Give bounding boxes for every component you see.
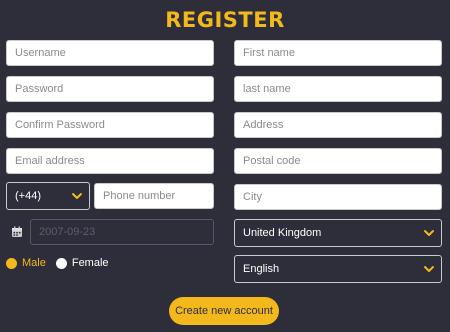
first-name-placeholder: First name xyxy=(243,47,295,59)
phone-code-select[interactable]: (+44) xyxy=(6,182,90,210)
phone-input[interactable]: Phone number xyxy=(94,183,214,209)
postal-code-placeholder: Postal code xyxy=(243,155,301,167)
country-value: United Kingdom xyxy=(243,227,322,239)
postal-code-input[interactable]: Postal code xyxy=(234,148,442,174)
chevron-down-icon xyxy=(424,230,434,236)
first-name-input[interactable]: First name xyxy=(234,40,442,66)
birthdate-placeholder: 2007-09-23 xyxy=(39,226,96,238)
language-value: English xyxy=(243,263,280,275)
gender-female-radio[interactable]: Female xyxy=(55,257,109,269)
address-input[interactable]: Address xyxy=(234,112,442,138)
confirm-password-placeholder: Confirm Password xyxy=(15,119,105,131)
radio-checked-icon xyxy=(6,257,17,269)
calendar-icon xyxy=(12,226,22,237)
last-name-input[interactable]: last name xyxy=(234,76,442,102)
country-select[interactable]: United Kingdom xyxy=(234,219,442,247)
phone-placeholder: Phone number xyxy=(103,190,176,202)
language-select[interactable]: English xyxy=(234,255,442,283)
gender-male-radio[interactable]: Male xyxy=(6,257,46,269)
radio-unchecked-icon xyxy=(55,257,67,269)
email-placeholder: Email address xyxy=(15,155,85,167)
password-placeholder: Password xyxy=(15,83,64,95)
create-account-button[interactable]: Create new account xyxy=(169,297,279,325)
address-placeholder: Address xyxy=(243,119,284,131)
birthdate-input[interactable]: 2007-09-23 xyxy=(30,219,214,245)
phone-code-value: (+44) xyxy=(15,190,41,202)
username-input[interactable]: Username xyxy=(6,40,214,66)
city-input[interactable]: City xyxy=(234,184,442,210)
chevron-down-icon xyxy=(72,193,82,199)
gender-female-label: Female xyxy=(71,257,109,269)
page-title: REGISTER xyxy=(165,8,285,32)
last-name-placeholder: last name xyxy=(243,83,291,95)
gender-radio-group: Male Female xyxy=(6,257,109,269)
username-placeholder: Username xyxy=(15,47,66,59)
password-input[interactable]: Password xyxy=(6,76,214,102)
gender-male-label: Male xyxy=(22,257,46,269)
confirm-password-input[interactable]: Confirm Password xyxy=(6,112,214,138)
chevron-down-icon xyxy=(424,266,434,272)
email-input[interactable]: Email address xyxy=(6,148,214,174)
city-placeholder: City xyxy=(243,191,262,203)
